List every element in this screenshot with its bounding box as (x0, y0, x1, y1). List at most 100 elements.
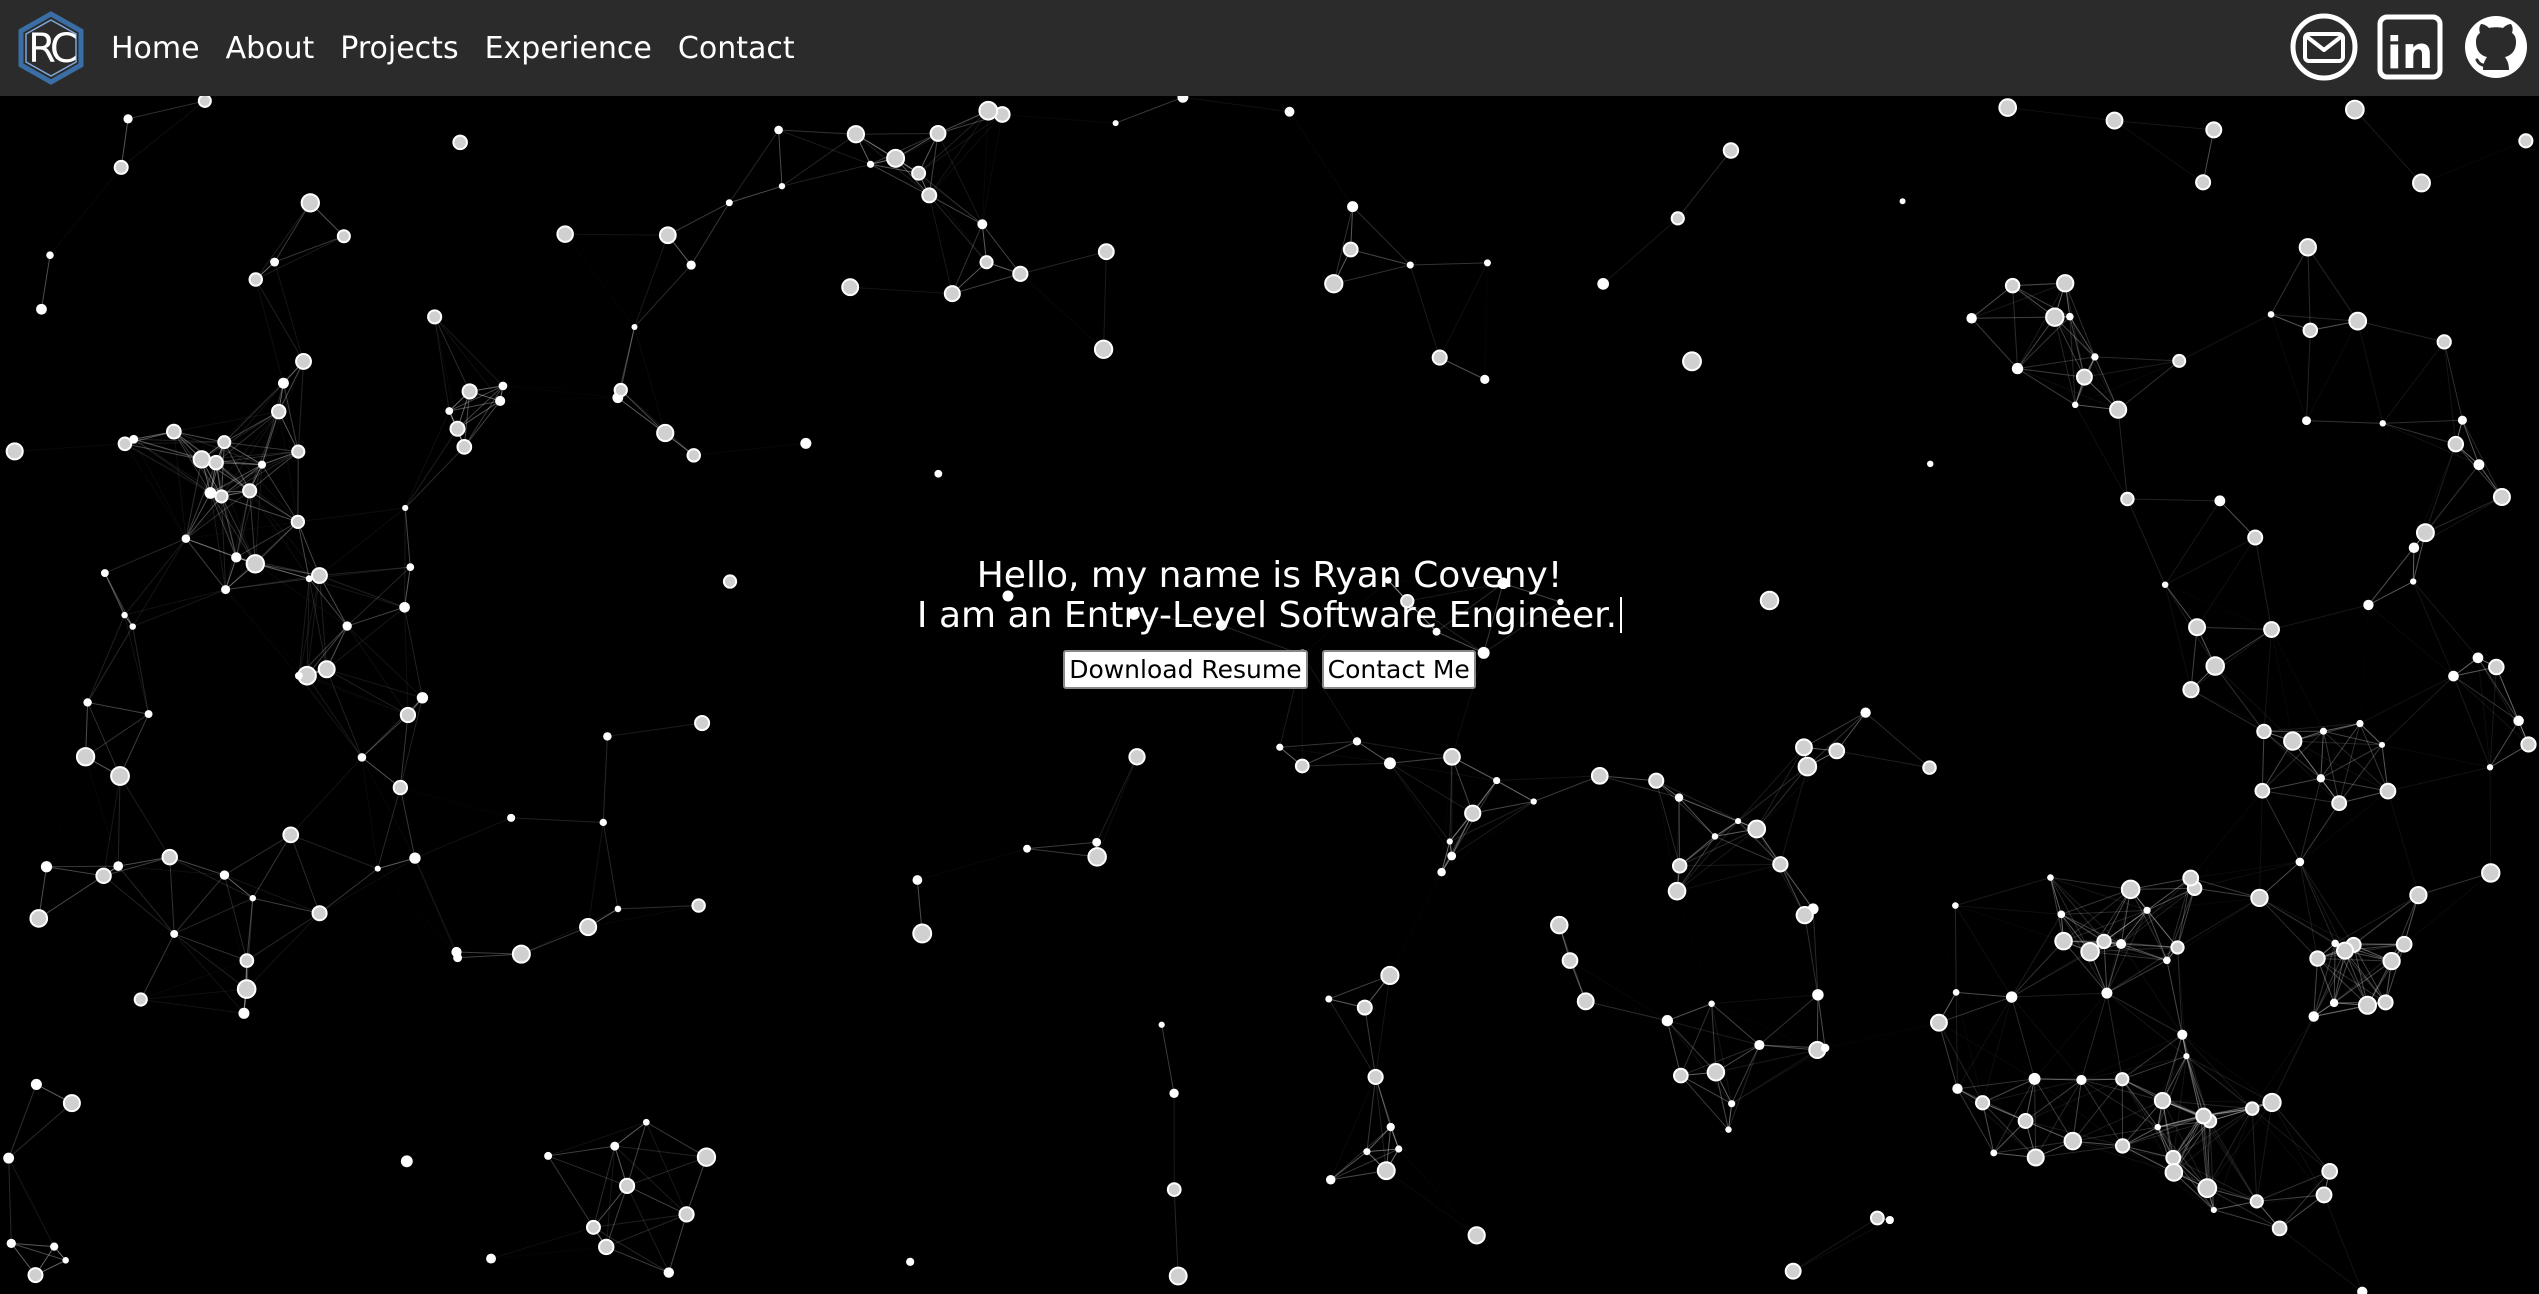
network-link (2114, 120, 2214, 131)
network-link (2357, 320, 2445, 343)
network-link (565, 234, 634, 327)
linkedin-icon[interactable]: in (2375, 12, 2445, 82)
network-link (588, 906, 699, 928)
network-particle (1576, 992, 1595, 1011)
network-particles (3, 96, 2537, 1294)
network-link (1865, 712, 1930, 768)
network-particle (979, 255, 994, 270)
network-link (1756, 747, 1805, 830)
network-particle (291, 444, 306, 459)
network-link (2299, 802, 2340, 863)
network-particle (2026, 1148, 2045, 1167)
network-particle (236, 979, 257, 999)
network-link (2050, 877, 2131, 890)
network-link (2382, 422, 2456, 445)
network-link (2011, 951, 2091, 998)
network-link (1957, 996, 2013, 1089)
network-particle (1797, 756, 1818, 777)
network-link (274, 261, 305, 362)
network-link (297, 361, 305, 452)
nav-link-experience[interactable]: Experience (485, 31, 652, 66)
network-link (491, 1156, 548, 1259)
network-link (2421, 141, 2525, 183)
network-link (1399, 1149, 1477, 1235)
network-link (2261, 731, 2265, 791)
network-particle (1276, 743, 1284, 751)
network-link (1728, 1044, 1760, 1130)
network-link (1389, 763, 1453, 857)
network-link (1817, 994, 1826, 1049)
network-particle (204, 487, 217, 499)
network-particle (271, 403, 287, 420)
network-particle (30, 1078, 42, 1090)
network-particle (1795, 906, 1814, 925)
nav-link-projects[interactable]: Projects (340, 31, 458, 66)
network-link (2317, 958, 2386, 1003)
github-icon[interactable] (2461, 12, 2531, 82)
network-particle (2004, 277, 2021, 294)
network-link (2354, 109, 2422, 184)
network-link (252, 834, 292, 899)
network-particle (2153, 1091, 2172, 1110)
network-link (434, 316, 504, 387)
network-particle (1480, 374, 1490, 384)
network-link (173, 874, 225, 935)
network-link (694, 443, 806, 455)
network-link (362, 757, 415, 858)
network-link (2261, 790, 2301, 863)
network-particle (1443, 747, 1461, 766)
network-link (1955, 877, 2051, 907)
network-particle (886, 148, 906, 168)
network-particle (2379, 420, 2386, 427)
network-particle (2492, 487, 2511, 506)
network-link (185, 492, 211, 539)
network-particle (295, 353, 312, 370)
network-particle (208, 454, 224, 471)
network-particle (461, 383, 478, 400)
network-link (2207, 1188, 2324, 1195)
network-particle (2262, 1092, 2282, 1113)
network-link (174, 933, 248, 962)
network-particle (841, 278, 860, 297)
network-link (2272, 1003, 2334, 1103)
network-particle (2116, 938, 2127, 950)
network-link (2320, 777, 2389, 792)
network-link (782, 158, 896, 186)
network-link (1678, 797, 1716, 837)
network-particle (2329, 998, 2339, 1008)
network-link (87, 702, 121, 777)
nav-links: Home About Projects Experience Contact (98, 31, 808, 66)
network-particle (144, 710, 153, 719)
network-link (15, 439, 134, 451)
network-particle (2080, 942, 2100, 962)
network-particle (866, 160, 875, 168)
envelope-icon[interactable] (2289, 12, 2359, 82)
network-link (1585, 1000, 1668, 1022)
network-particle (1431, 349, 1448, 366)
nav-link-contact[interactable]: Contact (678, 31, 795, 66)
network-particle (1128, 748, 1146, 766)
network-particle (400, 1155, 413, 1168)
network-particle (2348, 311, 2368, 331)
network-particle (1093, 339, 1114, 359)
nav-link-about[interactable]: About (226, 31, 315, 66)
network-link (634, 264, 692, 328)
network-particle (133, 992, 148, 1007)
network-link (224, 874, 320, 914)
network-particle (2197, 1178, 2218, 1199)
network-link (918, 172, 987, 263)
network-particle (2473, 459, 2485, 471)
nav-link-home[interactable]: Home (111, 31, 200, 66)
network-particle (2295, 857, 2305, 867)
download-resume-button[interactable]: Download Resume (1063, 650, 1308, 689)
network-link (117, 775, 121, 867)
network-link (2382, 419, 2463, 424)
network-link (1603, 284, 1692, 361)
network-link (1182, 96, 1290, 113)
network-link (414, 817, 512, 859)
contact-me-button[interactable]: Contact Me (1321, 650, 1476, 689)
rc-logo[interactable]: RC (14, 11, 88, 85)
network-link (2106, 992, 2187, 1057)
network-link (728, 129, 780, 204)
network-particle (83, 698, 92, 707)
